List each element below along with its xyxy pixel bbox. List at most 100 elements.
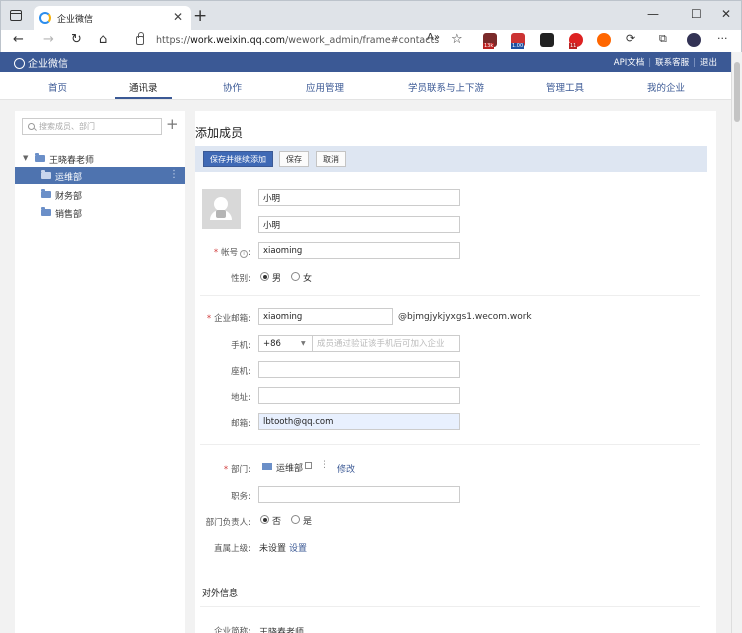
- member-search-box[interactable]: [22, 118, 162, 135]
- home-icon[interactable]: ⌂: [99, 32, 107, 47]
- phone-label: 手机:: [231, 341, 251, 351]
- primary-dept-icon[interactable]: [305, 462, 312, 469]
- info-icon[interactable]: i: [240, 250, 249, 258]
- tree-dept-label: 运维部: [55, 173, 83, 183]
- member-search-input[interactable]: [39, 120, 159, 133]
- address-bar: ← → ↻ ⌂ https://work.weixin.qq.com/wewor…: [0, 30, 742, 52]
- scroll-thumb[interactable]: [734, 62, 740, 122]
- country-code-select[interactable]: +86 ▼: [258, 335, 312, 352]
- save-and-continue-button[interactable]: 保存并继续添加: [203, 151, 273, 167]
- main-nav: 首页 通讯录 协作 应用管理 学员联系与上下游 管理工具 我的企业: [0, 72, 731, 100]
- more-menu-icon[interactable]: ···: [717, 32, 728, 45]
- contact-support-link[interactable]: 联系客服: [655, 58, 689, 68]
- email-domain-suffix: @bjmgjykjyxgs1.wecom.work: [398, 312, 532, 322]
- nav-customer-contact[interactable]: 学员联系与上下游: [408, 80, 484, 94]
- gender-female-radio[interactable]: [291, 272, 300, 281]
- forward-icon[interactable]: →: [43, 32, 54, 47]
- tree-dept-label: 销售部: [55, 210, 83, 220]
- account-input[interactable]: [258, 242, 460, 259]
- extension-icon[interactable]: [597, 33, 611, 47]
- dept-leader-label: 部门负责人:: [205, 518, 251, 528]
- tab-actions-icon[interactable]: [10, 10, 22, 21]
- extension-icon[interactable]: 11: [569, 33, 583, 49]
- email-label: 邮箱:: [231, 419, 251, 429]
- section-divider: [200, 444, 700, 445]
- tree-root-org[interactable]: ▼ 王晓春老师: [15, 150, 185, 167]
- avatar-upload[interactable]: [202, 189, 241, 229]
- favorite-star-icon[interactable]: ☆: [451, 32, 463, 47]
- email-input[interactable]: [258, 413, 460, 430]
- nav-admin-tools[interactable]: 管理工具: [546, 80, 584, 94]
- close-tab-icon[interactable]: ✕: [173, 10, 183, 24]
- address-input[interactable]: [258, 387, 460, 404]
- api-docs-link[interactable]: API文档: [614, 58, 644, 68]
- new-tab-icon[interactable]: +: [193, 6, 207, 26]
- read-aloud-icon[interactable]: A»: [427, 32, 440, 43]
- gender-label: 性别:: [231, 274, 251, 284]
- profile-avatar[interactable]: [687, 33, 701, 47]
- tree-root-label: 王晓春老师: [49, 156, 95, 166]
- url-text: https://work.weixin.qq.com/wework_admin/…: [156, 35, 440, 46]
- extension-icon[interactable]: ⟳: [626, 32, 635, 45]
- browser-tab-bar: 企业微信 ✕ + — ☐ ✕: [0, 0, 742, 31]
- leader-yes-radio[interactable]: [291, 515, 300, 524]
- browser-tab[interactable]: 企业微信 ✕: [34, 6, 191, 31]
- folder-icon: [41, 207, 51, 216]
- extension-icon[interactable]: [540, 33, 554, 47]
- landline-input[interactable]: [258, 361, 460, 378]
- department-sidebar: + ▼ 王晓春老师 运维部 ⋮ 财务部 销售部: [15, 111, 185, 633]
- wecom-logo-icon: [14, 58, 25, 69]
- account-label: * 帐号 i:: [213, 248, 251, 258]
- gender-male-radio[interactable]: [260, 272, 269, 281]
- nav-collaboration[interactable]: 协作: [223, 80, 242, 94]
- page-title: 添加成员: [195, 126, 244, 140]
- folder-icon: [262, 463, 272, 470]
- nav-contacts[interactable]: 通讯录: [129, 80, 158, 94]
- corp-shortname-label: 企业简称:: [214, 627, 251, 633]
- gender-female-label: 女: [303, 274, 313, 284]
- cancel-button[interactable]: 取消: [316, 151, 346, 167]
- name-input[interactable]: [258, 189, 460, 206]
- tree-dept-finance[interactable]: 财务部: [15, 186, 185, 203]
- more-vertical-icon[interactable]: ⋮: [320, 460, 329, 470]
- leader-no-label: 否: [272, 517, 282, 527]
- tree-dept-label: 财务部: [55, 192, 83, 202]
- tree-dept-sales[interactable]: 销售部: [15, 204, 185, 221]
- phone-input[interactable]: [312, 335, 460, 352]
- back-icon[interactable]: ←: [13, 32, 24, 47]
- nav-my-enterprise[interactable]: 我的企业: [647, 80, 685, 94]
- person-placeholder-icon: [210, 197, 232, 220]
- chevron-down-icon: ▼: [301, 340, 306, 347]
- alias-input[interactable]: [258, 216, 460, 233]
- edit-department-link[interactable]: 修改: [337, 462, 355, 475]
- corp-email-label: * 企业邮箱:: [206, 314, 251, 324]
- folder-icon: [35, 153, 45, 162]
- set-superior-link[interactable]: 设置: [289, 541, 307, 554]
- more-vertical-icon[interactable]: ⋮: [169, 169, 179, 180]
- add-department-button[interactable]: +: [166, 115, 179, 133]
- wecom-logo[interactable]: 企业微信: [14, 55, 68, 70]
- refresh-icon[interactable]: ↻: [71, 32, 82, 47]
- url-field[interactable]: https://work.weixin.qq.com/wework_admin/…: [126, 32, 471, 50]
- collections-icon[interactable]: ⧉: [659, 32, 667, 46]
- add-member-panel: 添加成员 保存并继续添加 保存 取消 *帐号i: 性别: 男 女 *企业邮箱: …: [195, 111, 716, 633]
- search-icon: [28, 123, 35, 130]
- leader-no-radio[interactable]: [260, 515, 269, 524]
- position-input[interactable]: [258, 486, 460, 503]
- leader-yes-label: 是: [303, 517, 313, 527]
- corp-email-input[interactable]: [258, 308, 393, 325]
- minimize-icon[interactable]: —: [647, 7, 659, 21]
- collapse-caret-icon[interactable]: ▼: [23, 154, 28, 162]
- close-window-icon[interactable]: ✕: [721, 7, 731, 21]
- logout-link[interactable]: 退出: [700, 58, 717, 68]
- extension-icon[interactable]: 13k: [483, 33, 497, 49]
- maximize-icon[interactable]: ☐: [691, 7, 702, 21]
- extension-icon[interactable]: 1.00: [511, 33, 525, 49]
- nav-home[interactable]: 首页: [48, 80, 67, 94]
- nav-app-management[interactable]: 应用管理: [306, 80, 344, 94]
- save-button[interactable]: 保存: [279, 151, 309, 167]
- page-scrollbar[interactable]: [731, 52, 742, 633]
- tree-dept-ops[interactable]: 运维部 ⋮: [15, 167, 185, 184]
- section-divider: [200, 606, 700, 607]
- gender-male-label: 男: [272, 274, 282, 284]
